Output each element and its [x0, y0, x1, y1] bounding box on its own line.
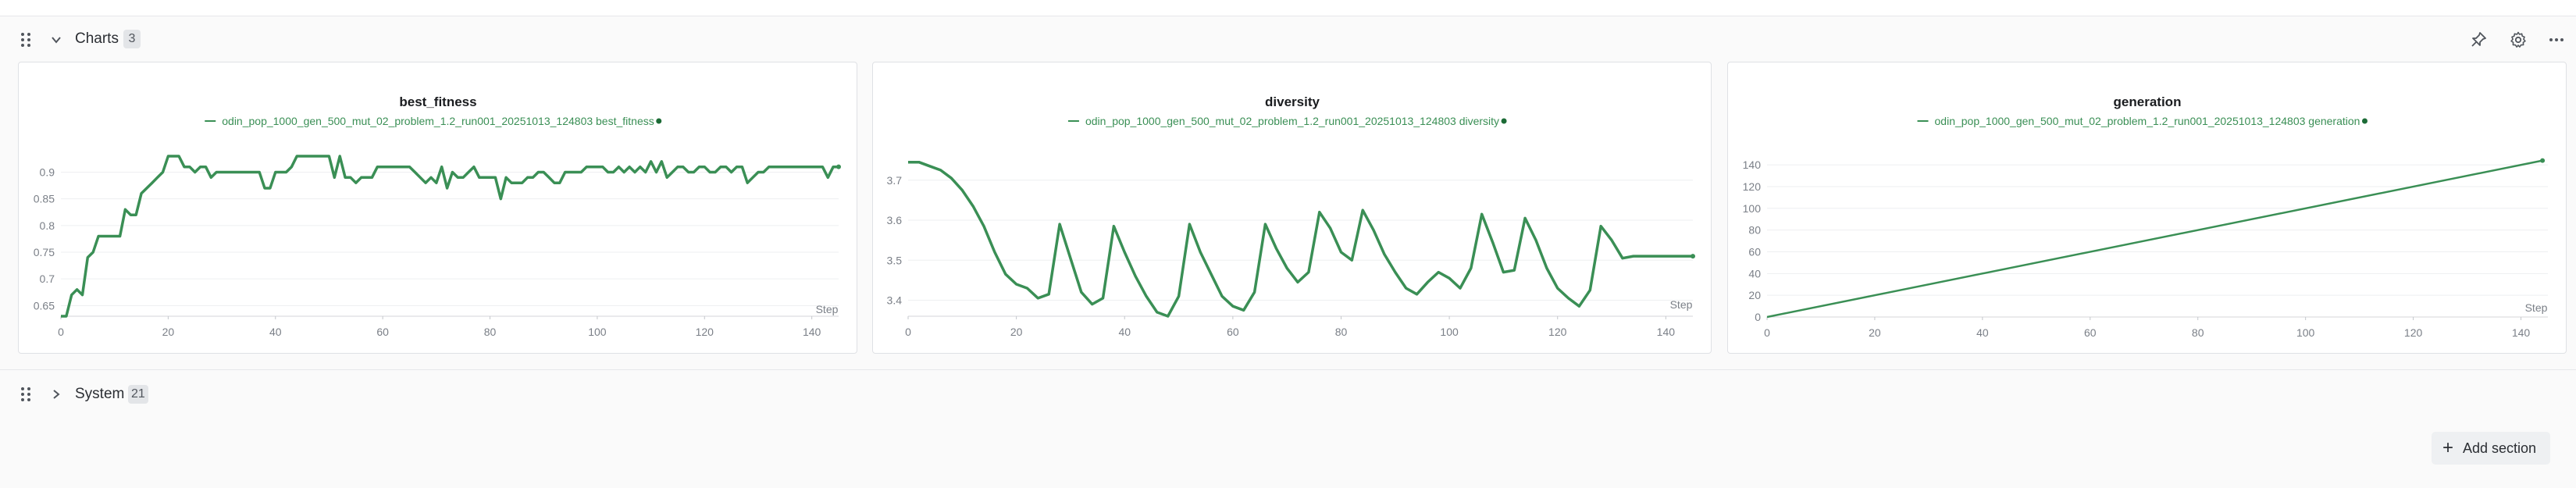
system-section: System 21	[0, 369, 2576, 421]
x-tick-label: 20	[1010, 326, 1023, 338]
y-tick-label: 0.9	[40, 166, 55, 179]
add-section-button[interactable]: + Add section	[2432, 432, 2550, 465]
y-tick-label: 120	[1743, 180, 1762, 193]
best-fitness-chart: best_fitness odin_pop_1000_gen_500_mut_02…	[34, 94, 841, 338]
x-tick-label: 0	[905, 326, 911, 338]
x-tick-label: 40	[269, 326, 282, 338]
y-tick-label: 100	[1743, 202, 1762, 215]
x-axis-label: Step	[816, 303, 839, 315]
series-line	[908, 160, 1693, 318]
x-tick-label: 20	[1869, 326, 1881, 339]
x-tick-label: 100	[2296, 326, 2315, 339]
series-line	[1766, 159, 2543, 319]
series-end-point	[2540, 158, 2546, 163]
y-tick-label: 60	[1748, 245, 1761, 258]
x-tick-label: 60	[1227, 326, 1239, 338]
count-badge: 21	[128, 385, 148, 404]
y-tick-label: 140	[1743, 159, 1762, 171]
y-tick-label: 0.65	[34, 299, 55, 312]
legend-dot	[656, 118, 662, 124]
legend-label: odin_pop_1000_gen_500_mut_02_problem_1.2…	[1935, 115, 2360, 127]
x-tick-label: 0	[1764, 326, 1770, 339]
chevron-right-icon[interactable]	[50, 388, 62, 401]
x-tick-label: 80	[1335, 326, 1348, 338]
gear-icon[interactable]	[2509, 30, 2528, 49]
x-tick-label: 120	[696, 326, 714, 338]
y-tick-label: 3.5	[887, 254, 903, 266]
drag-handle-icon[interactable]	[20, 31, 31, 48]
y-tick-label: 3.7	[887, 174, 903, 187]
add-section-label: Add section	[2463, 440, 2537, 456]
y-tick-label: 0.7	[40, 272, 55, 285]
x-tick-label: 140	[803, 326, 821, 338]
x-tick-label: 60	[2084, 326, 2097, 339]
y-tick-label: 0.75	[34, 246, 55, 258]
count-badge: 3	[123, 30, 141, 48]
plus-icon: +	[2442, 437, 2454, 458]
x-tick-label: 80	[484, 326, 497, 338]
legend-dot	[2361, 118, 2368, 124]
y-tick-label: 0	[1755, 311, 1761, 323]
y-tick-label: 3.4	[887, 294, 903, 307]
charts-section-header[interactable]: Charts 3	[0, 16, 2576, 60]
bottom-area	[0, 420, 2576, 488]
charts-section: Charts 3 best_fitness odin_pop_1000_gen_5…	[0, 16, 2576, 370]
x-tick-label: 40	[1118, 326, 1131, 338]
x-axis-label: Step	[1670, 298, 1693, 311]
chevron-down-icon[interactable]	[50, 34, 62, 46]
y-tick-label: 0.8	[40, 219, 55, 232]
x-tick-label: 120	[1548, 326, 1567, 338]
more-icon[interactable]	[2547, 30, 2566, 49]
drag-handle-icon[interactable]	[20, 386, 31, 403]
x-tick-label: 140	[1657, 326, 1676, 338]
x-tick-label: 40	[1976, 326, 1989, 339]
x-axis-label: Step	[2525, 301, 2548, 314]
series-line	[61, 155, 839, 318]
y-tick-label: 0.85	[34, 193, 55, 205]
y-tick-label: 3.6	[887, 214, 903, 226]
y-tick-label: 20	[1748, 289, 1761, 301]
x-tick-label: 120	[2404, 326, 2423, 339]
y-tick-label: 80	[1748, 224, 1761, 237]
legend-dot	[1501, 118, 1507, 124]
system-section-header[interactable]: System 21	[0, 370, 2576, 414]
legend-label: odin_pop_1000_gen_500_mut_02_problem_1.2…	[222, 115, 654, 127]
series-end-point	[1691, 254, 1695, 259]
chart-panel-generation[interactable]: generation odin_pop_1000_gen_500_mut_02_p…	[1727, 62, 2567, 354]
x-tick-label: 20	[162, 326, 175, 338]
chart-title: diversity	[1265, 94, 1320, 109]
series-end-point	[836, 164, 841, 169]
chart-title: best_fitness	[399, 94, 476, 109]
x-tick-label: 100	[1440, 326, 1459, 338]
x-tick-label: 0	[58, 326, 64, 338]
x-tick-label: 80	[2192, 326, 2204, 339]
diversity-chart: diversity odin_pop_1000_gen_500_mut_02_pr…	[887, 94, 1695, 338]
chart-panel-diversity[interactable]: diversity odin_pop_1000_gen_500_mut_02_pr…	[872, 62, 1712, 354]
section-title: Charts	[75, 30, 119, 47]
pin-icon[interactable]	[2469, 30, 2488, 49]
x-tick-label: 100	[588, 326, 607, 338]
x-tick-label: 60	[376, 326, 389, 338]
chart-title: generation	[2114, 94, 2182, 109]
legend-label: odin_pop_1000_gen_500_mut_02_problem_1.2…	[1085, 115, 1499, 127]
section-title: System	[75, 386, 125, 402]
y-tick-label: 40	[1748, 267, 1761, 280]
x-tick-label: 140	[2512, 326, 2531, 339]
generation-chart: generation odin_pop_1000_gen_500_mut_02_p…	[1743, 94, 2548, 339]
chart-panel-best-fitness[interactable]: best_fitness odin_pop_1000_gen_500_mut_02…	[18, 62, 857, 354]
